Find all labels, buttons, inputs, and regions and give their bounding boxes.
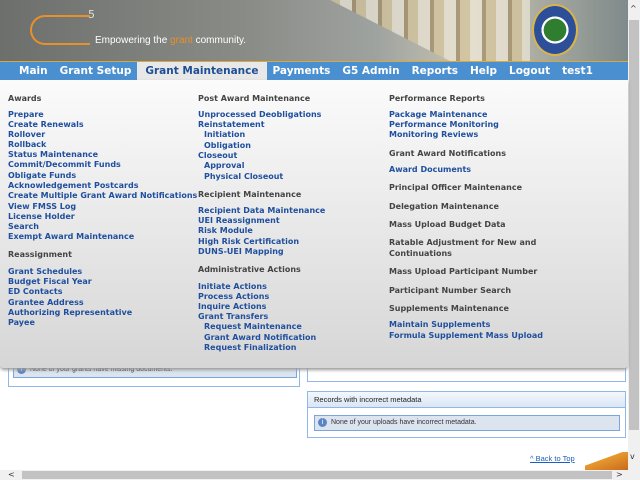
g5-logo bbox=[30, 15, 90, 45]
menu-link[interactable]: Risk Module bbox=[198, 226, 253, 235]
ratable-adjustment-heading[interactable]: Ratable Adjustment for New and bbox=[389, 238, 536, 247]
menu-link[interactable]: Acknowledgement Postcards bbox=[8, 181, 138, 190]
scroll-left-icon[interactable]: < bbox=[8, 470, 15, 480]
tagline-text: Empowering the bbox=[95, 35, 171, 46]
nav-logout[interactable]: Logout bbox=[503, 62, 556, 80]
menu-link[interactable]: Budget Fiscal Year bbox=[8, 277, 92, 286]
menu-link[interactable]: Payee bbox=[8, 318, 35, 327]
menu-link[interactable]: Formula Supplement Mass Upload bbox=[389, 331, 543, 340]
participant-search-heading[interactable]: Participant Number Search bbox=[389, 286, 511, 295]
nav-g5-admin[interactable]: G5 Admin bbox=[336, 62, 405, 80]
menu-link[interactable]: Obligation bbox=[198, 141, 251, 150]
g5-logo-superscript: 5 bbox=[88, 8, 95, 21]
horizontal-scroll-thumb[interactable] bbox=[22, 471, 612, 479]
scroll-down-icon[interactable]: v bbox=[630, 452, 635, 462]
menu-link[interactable]: Monitoring Reviews bbox=[389, 130, 478, 139]
menu-link[interactable]: Prepare bbox=[8, 110, 44, 119]
mass-upload-participant-heading[interactable]: Mass Upload Participant Number bbox=[389, 267, 537, 276]
scroll-up-icon[interactable]: ^ bbox=[630, 4, 637, 14]
department-seal-icon bbox=[532, 4, 578, 56]
nav-grant-setup[interactable]: Grant Setup bbox=[54, 62, 138, 80]
delegation-heading[interactable]: Delegation Maintenance bbox=[389, 202, 499, 211]
supplements-heading: Supplements Maintenance bbox=[389, 304, 509, 313]
nav-user[interactable]: test1 bbox=[556, 62, 599, 80]
menu-link[interactable]: Rollback bbox=[8, 140, 46, 149]
menu-link[interactable]: Maintain Supplements bbox=[389, 320, 490, 329]
menu-link[interactable]: Grant Schedules bbox=[8, 267, 82, 276]
tagline: Empowering the grant community. bbox=[95, 35, 246, 46]
vertical-scrollbar[interactable]: ^ v bbox=[628, 0, 640, 470]
nav-payments[interactable]: Payments bbox=[267, 62, 337, 80]
menu-link[interactable]: Status Maintenance bbox=[8, 150, 98, 159]
menu-link[interactable]: Award Documents bbox=[389, 165, 471, 174]
menu-link[interactable]: ED Contacts bbox=[8, 287, 63, 296]
menu-link[interactable]: Rollover bbox=[8, 130, 45, 139]
menu-link[interactable]: Performance Monitoring bbox=[389, 120, 499, 129]
menu-link[interactable]: License Holder bbox=[8, 212, 75, 221]
menu-link[interactable]: Inquire Actions bbox=[198, 302, 266, 311]
metadata-panel: Records with incorrect metadata i None of… bbox=[307, 391, 626, 438]
info-icon: i bbox=[318, 418, 327, 427]
tagline-highlight: grant bbox=[170, 35, 193, 46]
menu-link[interactable]: Grant Award Notification bbox=[198, 333, 316, 342]
menu-link[interactable]: High Risk Certification bbox=[198, 237, 299, 246]
menu-link[interactable]: Create Renewals bbox=[8, 120, 84, 129]
menu-link[interactable]: Grant Transfers bbox=[198, 312, 268, 321]
menu-link[interactable]: Recipient Data Maintenance bbox=[198, 206, 325, 215]
menu-link[interactable]: Authorizing Representative bbox=[8, 308, 132, 317]
reassignment-heading: Reassignment bbox=[8, 250, 72, 259]
message-text: None of your uploads have incorrect meta… bbox=[331, 419, 477, 426]
banner: 5 Empowering the grant community. bbox=[0, 0, 628, 61]
menu-link[interactable]: DUNS-UEI Mapping bbox=[198, 247, 284, 256]
menu-link[interactable]: Unprocessed Deobligations bbox=[198, 110, 321, 119]
menu-link[interactable]: Obligate Funds bbox=[8, 171, 76, 180]
menu-link[interactable]: Commit/Decommit Funds bbox=[8, 160, 121, 169]
footer-graphic bbox=[585, 452, 628, 470]
mass-upload-budget-heading[interactable]: Mass Upload Budget Data bbox=[389, 220, 506, 229]
recipient-heading: Recipient Maintenance bbox=[198, 190, 302, 199]
performance-heading: Performance Reports bbox=[389, 94, 485, 103]
scroll-right-icon[interactable]: > bbox=[616, 470, 623, 480]
menu-link[interactable]: Physical Closeout bbox=[198, 172, 283, 181]
nav-grant-maintenance[interactable]: Grant Maintenance bbox=[137, 62, 267, 80]
metadata-message: i None of your uploads have incorrect met… bbox=[314, 415, 620, 431]
nav-help[interactable]: Help bbox=[464, 62, 503, 80]
awards-heading: Awards bbox=[8, 94, 42, 103]
vertical-scroll-thumb[interactable] bbox=[629, 20, 639, 430]
menu-link[interactable]: Request Maintenance bbox=[198, 322, 302, 331]
gan-heading: Grant Award Notifications bbox=[389, 149, 506, 158]
menu-link[interactable]: Approval bbox=[198, 161, 244, 170]
menu-link[interactable]: UEI Reassignment bbox=[198, 216, 280, 225]
grant-maintenance-dropdown: Awards Prepare Create Renewals Rollover … bbox=[0, 80, 628, 368]
metadata-panel-title: Records with incorrect metadata bbox=[308, 392, 625, 408]
menu-link[interactable]: Request Finalization bbox=[198, 343, 296, 352]
menu-link[interactable]: Initiate Actions bbox=[198, 282, 267, 291]
horizontal-scrollbar[interactable]: < > bbox=[0, 470, 640, 480]
menu-link[interactable]: Process Actions bbox=[198, 292, 269, 301]
menu-link[interactable]: Reinstatement bbox=[198, 120, 265, 129]
admin-actions-heading: Administrative Actions bbox=[198, 265, 301, 274]
post-award-heading: Post Award Maintenance bbox=[198, 94, 311, 103]
menu-link[interactable]: Grantee Address bbox=[8, 298, 84, 307]
tagline-text-end: community. bbox=[192, 35, 247, 46]
menu-link[interactable]: Create Multiple Grant Award Notification… bbox=[8, 191, 197, 200]
menu-link[interactable]: Exempt Award Maintenance bbox=[8, 232, 134, 241]
menu-link[interactable]: Closeout bbox=[198, 151, 237, 160]
nav-reports[interactable]: Reports bbox=[406, 62, 464, 80]
nav-main[interactable]: Main bbox=[13, 62, 54, 80]
menu-link[interactable]: Package Maintenance bbox=[389, 110, 487, 119]
menu-link[interactable]: View FMSS Log bbox=[8, 202, 76, 211]
menu-link[interactable]: Initiation bbox=[198, 130, 245, 139]
menu-link[interactable]: Search bbox=[8, 222, 39, 231]
library-image bbox=[330, 0, 530, 61]
principal-officer-heading[interactable]: Principal Officer Maintenance bbox=[389, 183, 522, 192]
main-nav: Main Grant Setup Grant Maintenance Payme… bbox=[0, 61, 628, 80]
ratable-adjustment-heading-line2[interactable]: Continuations bbox=[389, 249, 452, 258]
back-to-top-link[interactable]: ^ Back to Top bbox=[530, 454, 575, 463]
